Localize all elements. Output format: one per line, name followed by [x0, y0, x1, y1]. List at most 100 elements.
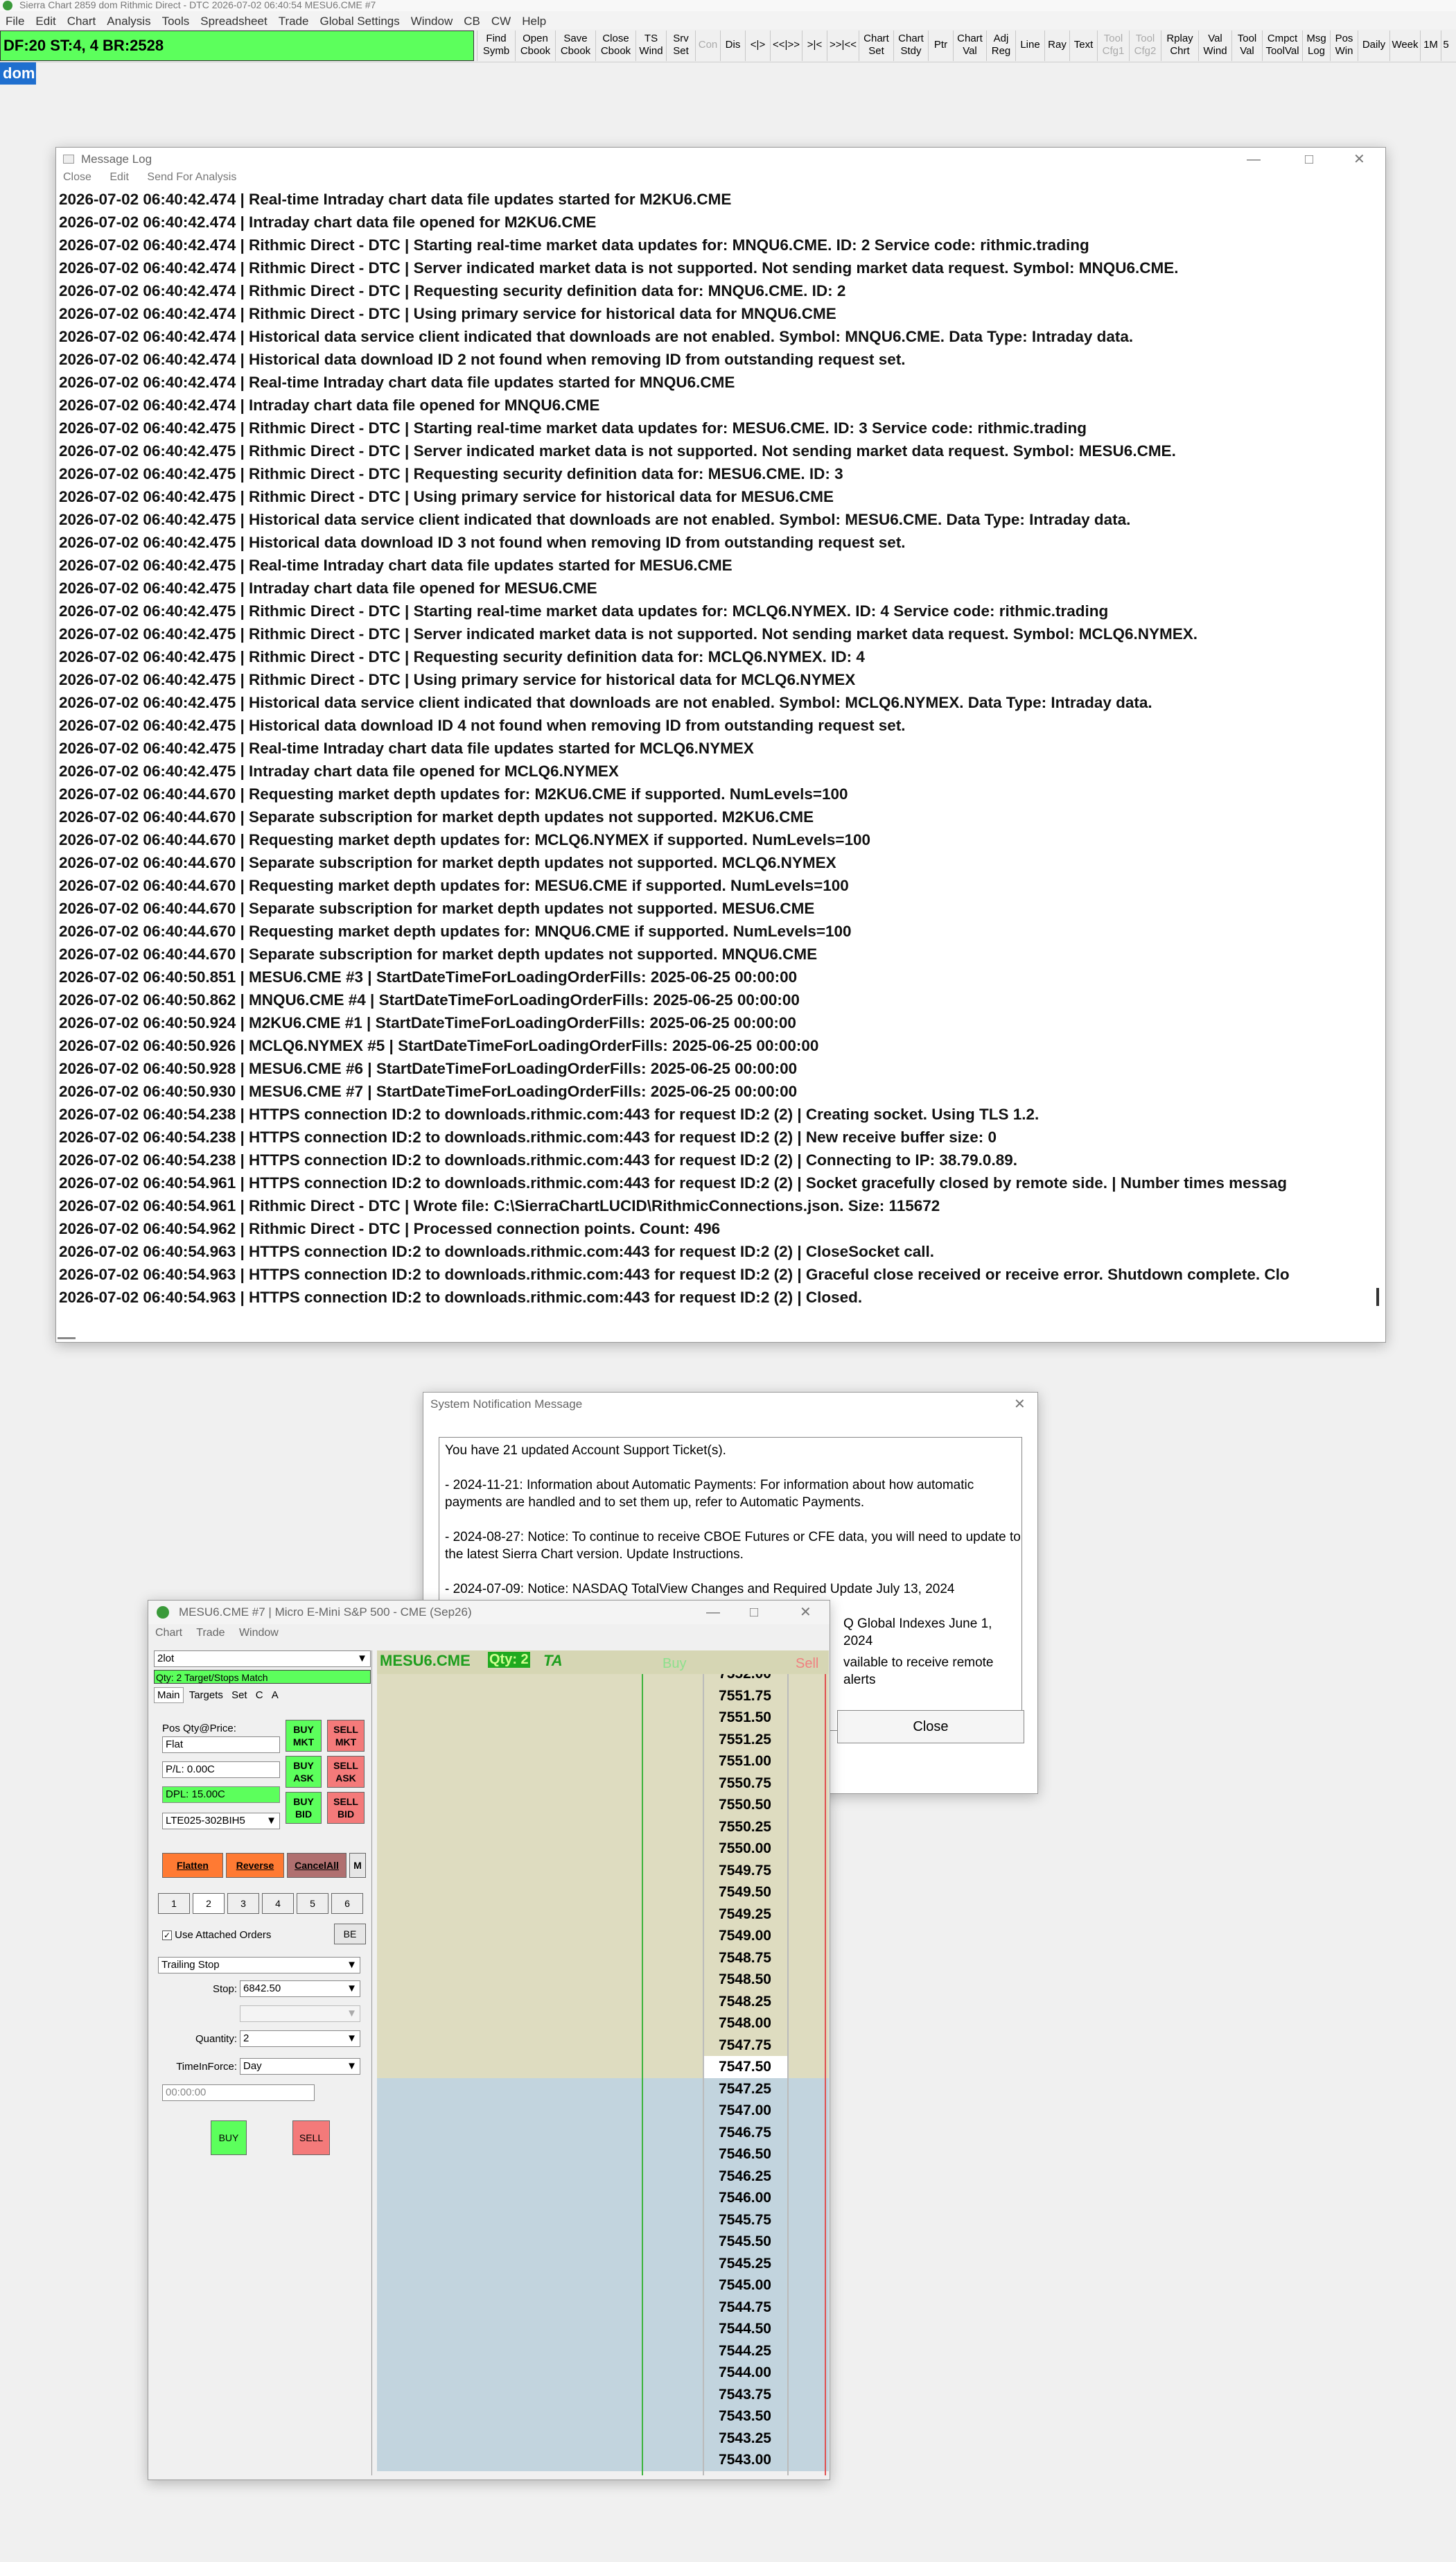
menu-window[interactable]: Window [239, 1627, 279, 1639]
ladder-row[interactable]: 7549.50 [377, 1881, 829, 1903]
menu-chart[interactable]: Chart [155, 1627, 182, 1639]
minimize-icon[interactable]: — [706, 1601, 720, 1624]
toolbar-button-1m[interactable]: 1M [1420, 31, 1441, 61]
minimize-icon[interactable]: — [1247, 148, 1261, 171]
notification-titlebar[interactable]: System Notification Message ✕ [423, 1393, 1037, 1416]
ladder-row[interactable]: 7550.75 [377, 1772, 829, 1794]
ladder-row[interactable]: 7551.75 [377, 1684, 829, 1707]
toolbar-button-tool-val[interactable]: Tool Val [1231, 31, 1262, 61]
price-ladder[interactable]: 7552.007551.757551.507551.257551.007550.… [377, 1650, 829, 2475]
ladder-row[interactable]: 7544.50 [377, 2318, 829, 2340]
buy-button[interactable]: BUY [211, 2120, 247, 2155]
buy-market-button[interactable]: BUY MKT [286, 1720, 322, 1752]
toolbar-button--[interactable]: <|> [745, 31, 770, 61]
toolbar-button-tool-cfg1[interactable]: Tool Cfg1 [1097, 31, 1129, 61]
ladder-row[interactable]: 7550.50 [377, 1794, 829, 1816]
close-icon[interactable]: ✕ [1014, 1393, 1026, 1416]
tif-select[interactable]: Day ▼ [240, 2058, 360, 2075]
ladder-row[interactable]: 7547.50 [377, 2056, 829, 2078]
toolbar-button-adj-reg[interactable]: Adj Reg [986, 31, 1015, 61]
maximize-icon[interactable]: □ [1305, 148, 1313, 171]
vertical-scrollbar-thumb[interactable] [1376, 1288, 1379, 1306]
ladder-row[interactable]: 7550.25 [377, 1815, 829, 1838]
toolbar-button-dis[interactable]: Dis [720, 31, 745, 61]
toolbar-button-chart-val[interactable]: Chart Val [953, 31, 986, 61]
tab-a[interactable]: A [269, 1688, 281, 1702]
ladder-row[interactable]: 7544.25 [377, 2339, 829, 2362]
quantity-button-5[interactable]: 5 [297, 1893, 328, 1914]
ladder-row[interactable]: 7549.00 [377, 1925, 829, 1947]
quantity-button-1[interactable]: 1 [158, 1893, 190, 1914]
toolbar-button-week[interactable]: Week [1389, 31, 1420, 61]
tab-c[interactable]: C [253, 1688, 266, 1702]
quantity-button-4[interactable]: 4 [262, 1893, 294, 1914]
ladder-row[interactable]: 7547.75 [377, 2034, 829, 2056]
ladder-row[interactable]: 7548.75 [377, 1946, 829, 1969]
ladder-row[interactable]: 7544.75 [377, 2296, 829, 2318]
ladder-row[interactable]: 7545.00 [377, 2274, 829, 2297]
ladder-row[interactable]: 7551.00 [377, 1750, 829, 1772]
message-log-text[interactable]: 2026-07-02 06:40:42.474 | Real-time Intr… [58, 188, 1371, 1311]
toolbar-button-close-cbook[interactable]: Close Cbook [595, 31, 635, 61]
buy-bid-button[interactable]: BUY BID [286, 1792, 322, 1824]
tab-targets[interactable]: Targets [186, 1688, 226, 1702]
breakeven-button[interactable]: BE [334, 1924, 366, 1944]
toolbar-button-ts-wind[interactable]: TS Wind [635, 31, 666, 61]
ladder-row[interactable]: 7548.50 [377, 1969, 829, 1991]
menu-send-for-analysis[interactable]: Send For Analysis [147, 171, 236, 183]
sell-bid-button[interactable]: SELL BID [327, 1792, 365, 1824]
dom-titlebar[interactable]: MESU6.CME #7 | Micro E-Mini S&P 500 - CM… [148, 1601, 830, 1624]
message-log-titlebar[interactable]: Message Log — □ ✕ [56, 148, 1385, 171]
tab-dom[interactable]: dom [0, 62, 36, 85]
ladder-row[interactable]: 7544.00 [377, 2362, 829, 2384]
toolbar-button-ray[interactable]: Ray [1044, 31, 1069, 61]
horizontal-scrollbar[interactable] [58, 1337, 76, 1339]
checkbox-checked-icon[interactable]: ✓ [162, 1931, 172, 1940]
toolbar-button-line[interactable]: Line [1015, 31, 1044, 61]
ladder-row[interactable]: 7551.25 [377, 1728, 829, 1750]
ladder-row[interactable]: 7549.75 [377, 1859, 829, 1881]
close-icon[interactable]: ✕ [1353, 148, 1365, 171]
ladder-row[interactable]: 7546.00 [377, 2187, 829, 2209]
toolbar-button-text[interactable]: Text [1069, 31, 1097, 61]
quantity-select[interactable]: 2 ▼ [240, 2030, 360, 2047]
ladder-row[interactable]: 7550.00 [377, 1838, 829, 1860]
close-icon[interactable]: ✕ [800, 1601, 812, 1624]
quantity-button-2[interactable]: 2 [193, 1893, 225, 1914]
toolbar-button-rplay-chrt[interactable]: Rplay Chrt [1161, 31, 1198, 61]
time-input[interactable]: 00:00:00 [162, 2084, 315, 2101]
toolbar-button-find-symb[interactable]: Find Symb [477, 31, 515, 61]
ladder-row[interactable]: 7543.50 [377, 2405, 829, 2428]
reverse-button[interactable]: Reverse [226, 1853, 284, 1878]
ladder-row[interactable]: 7546.50 [377, 2143, 829, 2166]
toolbar-button-save-cbook[interactable]: Save Cbook [555, 31, 595, 61]
ladder-row[interactable]: 7547.00 [377, 2100, 829, 2122]
toolbar-button-daily[interactable]: Daily [1358, 31, 1389, 61]
ladder-row[interactable]: 7548.00 [377, 2012, 829, 2034]
maximize-icon[interactable]: □ [750, 1601, 758, 1624]
ladder-row[interactable]: 7547.25 [377, 2077, 829, 2100]
toolbar-button-tool-cfg2[interactable]: Tool Cfg2 [1129, 31, 1161, 61]
menu-trade[interactable]: Trade [196, 1627, 225, 1639]
ladder-row[interactable]: 7543.75 [377, 2383, 829, 2405]
quantity-button-6[interactable]: 6 [331, 1893, 363, 1914]
ladder-row[interactable]: 7543.00 [377, 2449, 829, 2471]
sell-ask-button[interactable]: SELL ASK [327, 1756, 365, 1788]
ladder-row[interactable]: 7546.75 [377, 2121, 829, 2143]
quantity-button-3[interactable]: 3 [227, 1893, 259, 1914]
secondary-select[interactable]: ▼ [240, 2005, 360, 2022]
use-attached-orders-row[interactable]: ✓ Use Attached Orders [162, 1929, 271, 1941]
ladder-row[interactable]: 7545.50 [377, 2231, 829, 2253]
account-select[interactable]: LTE025-302BIH5 ▼ [162, 1813, 280, 1829]
toolbar-button-ptr[interactable]: Ptr [928, 31, 953, 61]
tab-set[interactable]: Set [229, 1688, 250, 1702]
buy-ask-button[interactable]: BUY ASK [286, 1756, 322, 1788]
cancel-all-button[interactable]: CancelAll [287, 1853, 347, 1878]
ladder-row[interactable]: 7548.25 [377, 1990, 829, 2012]
toolbar-button--[interactable]: <<|>> [770, 31, 802, 61]
toolbar-button-chart-set[interactable]: Chart Set [859, 31, 893, 61]
toolbar-button-val-wind[interactable]: Val Wind [1198, 31, 1231, 61]
ladder-row[interactable]: 7549.25 [377, 1903, 829, 1925]
flatten-button[interactable]: Flatten [162, 1853, 223, 1878]
stop-input[interactable]: 6842.50 ▼ [240, 1980, 360, 1997]
